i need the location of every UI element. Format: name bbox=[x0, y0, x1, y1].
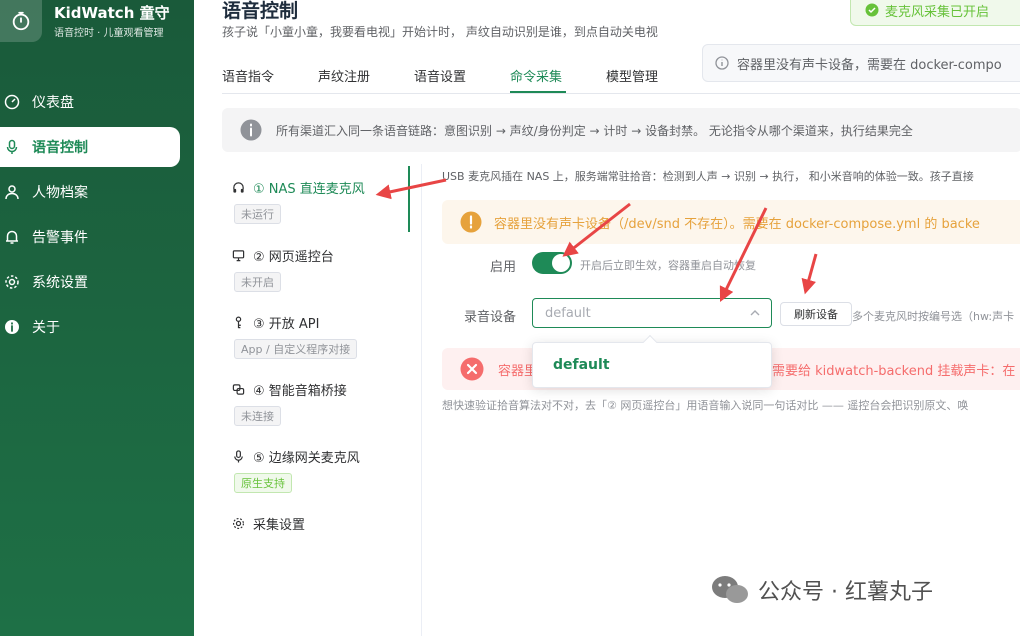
sidebar-item-label: 仪表盘 bbox=[32, 95, 74, 111]
channel-list: ① NAS 直连麦克风 未运行 ② 网页遥控台 未开启 ③ 开放 API App… bbox=[222, 164, 422, 636]
channel-title: ③ 开放 API bbox=[253, 317, 320, 332]
stopwatch-icon bbox=[12, 11, 30, 31]
tab-model-management[interactable]: 模型管理 bbox=[606, 66, 658, 85]
sidebar-item-about[interactable]: 关于 bbox=[0, 307, 180, 347]
snd-warning-alert: 容器里没有声卡设备（/dev/snd 不存在）。需要在 docker-compo… bbox=[442, 200, 1020, 244]
sidebar-item-label: 语音控制 bbox=[32, 140, 88, 156]
sidebar-item-label: 系统设置 bbox=[32, 275, 88, 291]
channel-item-nas-mic[interactable]: ① NAS 直连麦克风 未运行 bbox=[222, 178, 412, 230]
channel-title: ⑤ 边缘网关麦克风 bbox=[253, 451, 360, 466]
device-hint: 多个麦克风时按编号选（hw:声卡 bbox=[852, 310, 1015, 323]
tab-command-capture[interactable]: 命令采集 bbox=[510, 66, 562, 85]
enable-toggle[interactable] bbox=[532, 252, 572, 274]
info-icon bbox=[240, 119, 262, 141]
sidebar-item-settings[interactable]: 系统设置 bbox=[0, 262, 180, 302]
verify-hint: 想快速验证拾音算法对不对，去「② 网页遥控台」用语音输入说同一句话对比 —— 遥… bbox=[442, 399, 969, 412]
tab-voice-settings[interactable]: 语音设置 bbox=[414, 66, 466, 85]
channel-item-open-api[interactable]: ③ 开放 API App / 自定义程序对接 bbox=[222, 313, 412, 365]
gauge-icon bbox=[4, 94, 20, 110]
channel-status-tag: 未开启 bbox=[234, 272, 281, 292]
toggle-knob bbox=[552, 254, 570, 272]
channel-item-web-console[interactable]: ② 网页遥控台 未开启 bbox=[222, 246, 412, 298]
bell-icon bbox=[6, 230, 18, 244]
sidebar-item-label: 告警事件 bbox=[32, 230, 88, 246]
page-description: 孩子说「小童小童，我要看电视」开始计时， 声纹自动识别是谁，到点自动关电视 bbox=[222, 25, 658, 39]
active-channel-indicator bbox=[408, 166, 410, 232]
channel-title: 采集设置 bbox=[253, 518, 306, 533]
main-content: 语音控制 孩子说「小童小童，我要看电视」开始计时， 声纹自动识别是谁，到点自动关… bbox=[194, 0, 1020, 636]
link-icon bbox=[232, 384, 245, 395]
device-dropdown: default bbox=[532, 334, 772, 388]
recording-device-select[interactable]: default bbox=[532, 298, 772, 328]
app-title: KidWatch 童守 bbox=[54, 4, 170, 22]
dropdown-arrow bbox=[642, 334, 658, 350]
tab-voice-commands[interactable]: 语音指令 bbox=[222, 66, 274, 85]
pipeline-info-text: 所有渠道汇入同一条语音链路：意图识别 → 声纹/身份判定 → 计时 → 设备封禁… bbox=[276, 123, 913, 138]
enable-hint: 开启后立即生效，容器重启自动恢复 bbox=[580, 259, 756, 272]
error-icon bbox=[460, 357, 484, 381]
mic-status-badge: 麦克风采集已开启 bbox=[850, 0, 1020, 26]
channel-title-row: ③ 开放 API bbox=[232, 313, 320, 332]
wechat-icon bbox=[712, 576, 748, 603]
mic-status-text: 麦克风采集已开启 bbox=[885, 4, 990, 20]
sidebar-item-alerts[interactable]: 告警事件 bbox=[0, 217, 180, 257]
chevron-up-icon bbox=[750, 310, 760, 316]
headphones-icon bbox=[233, 182, 244, 193]
tab-bar: 语音指令 声纹注册 语音设置 命令采集 模型管理 bbox=[222, 60, 1020, 94]
warning-icon bbox=[460, 211, 482, 233]
channel-title-row: 采集设置 bbox=[232, 514, 305, 533]
channel-status-tag: App / 自定义程序对接 bbox=[234, 339, 358, 359]
sidebar-item-voice-control[interactable]: 语音控制 bbox=[0, 127, 180, 167]
watermark-text: 公众号 · 红薯丸子 bbox=[758, 580, 933, 605]
user-icon bbox=[5, 185, 19, 200]
enable-label: 启用 bbox=[490, 260, 517, 275]
sidebar-item-profiles[interactable]: 人物档案 bbox=[0, 172, 180, 212]
channel-title: ④ 智能音箱桥接 bbox=[253, 384, 347, 399]
channel-title: ② 网页遥控台 bbox=[253, 250, 334, 265]
device-select-value: default bbox=[545, 305, 591, 321]
app-subtitle: 语音控时 · 儿童观看管理 bbox=[54, 28, 164, 39]
mic-small-icon bbox=[234, 450, 243, 463]
device-label: 录音设备 bbox=[464, 310, 517, 325]
channel-title-row: ② 网页遥控台 bbox=[232, 246, 334, 265]
microphone-icon bbox=[6, 139, 18, 154]
channel-status-tag: 未连接 bbox=[234, 406, 281, 426]
tabs-divider bbox=[222, 93, 1020, 94]
pipeline-info-bar: 所有渠道汇入同一条语音链路：意图识别 → 声纹/身份判定 → 计时 → 设备封禁… bbox=[222, 108, 1020, 152]
channel-title-row: ① NAS 直连麦克风 bbox=[232, 178, 365, 197]
snd-warning-text: 容器里没有声卡设备（/dev/snd 不存在）。需要在 docker-compo… bbox=[494, 216, 980, 232]
channel-description: USB 麦克风插在 NAS 上，服务端常驻拾音：检测到人声 → 识别 → 执行，… bbox=[442, 170, 974, 183]
channel-status-tag: 原生支持 bbox=[234, 473, 292, 493]
channel-item-edge-gateway-mic[interactable]: ⑤ 边缘网关麦克风 原生支持 bbox=[222, 447, 412, 499]
refresh-devices-button[interactable]: 刷新设备 bbox=[780, 302, 852, 326]
channel-title-row: ④ 智能音箱桥接 bbox=[232, 380, 347, 399]
dropdown-option-default[interactable]: default bbox=[553, 357, 610, 373]
gear-icon bbox=[5, 275, 19, 289]
sidebar-item-label: 关于 bbox=[32, 320, 60, 336]
key-icon bbox=[235, 316, 242, 329]
channel-item-capture-settings[interactable]: 采集设置 bbox=[222, 514, 412, 538]
info-icon bbox=[5, 320, 19, 334]
tab-voiceprint[interactable]: 声纹注册 bbox=[318, 66, 370, 85]
app-logo[interactable] bbox=[0, 0, 42, 42]
sidebar-item-label: 人物档案 bbox=[32, 185, 88, 201]
channel-title-row: ⑤ 边缘网关麦克风 bbox=[232, 447, 360, 466]
gear-icon bbox=[232, 517, 245, 530]
page-title: 语音控制 bbox=[222, 0, 299, 22]
channel-item-smart-speaker[interactable]: ④ 智能音箱桥接 未连接 bbox=[222, 380, 412, 432]
check-circle-icon bbox=[865, 3, 879, 17]
sidebar: KidWatch 童守 语音控时 · 儿童观看管理 仪表盘 语音控制 人物档案 … bbox=[0, 0, 194, 636]
watermark: 公众号 · 红薯丸子 bbox=[710, 574, 933, 606]
monitor-icon bbox=[232, 250, 245, 262]
sidebar-item-dashboard[interactable]: 仪表盘 bbox=[0, 82, 180, 122]
channel-status-tag: 未运行 bbox=[234, 204, 281, 224]
error-text: 需要给 kidwatch-backend 挂载声卡：在 bbox=[772, 364, 1016, 379]
channel-title: ① NAS 直连麦克风 bbox=[253, 182, 365, 197]
channel-detail-panel: USB 麦克风插在 NAS 上，服务端常驻拾音：检测到人声 → 识别 → 执行，… bbox=[442, 164, 1020, 636]
